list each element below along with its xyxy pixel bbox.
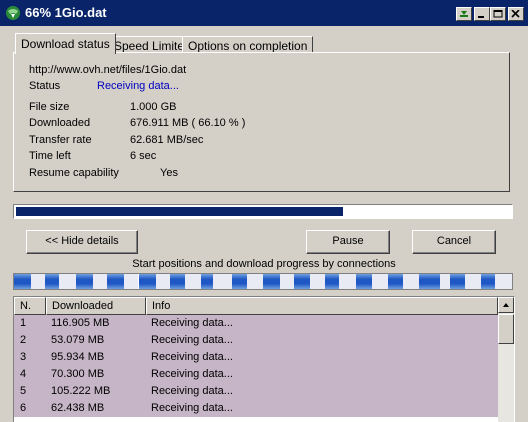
connection-remaining-segment [465, 274, 481, 289]
connection-remaining-segment [403, 274, 419, 289]
connection-remaining-segment [93, 274, 108, 289]
connection-progress-segment [169, 274, 186, 289]
table-header: N. Downloaded Info [14, 297, 498, 315]
connection-remaining-segment [371, 274, 388, 289]
table-row[interactable]: 1 116.905 MB Receiving data... [14, 315, 498, 332]
column-header-number[interactable]: N. [14, 297, 46, 315]
connections-caption: Start positions and download progress by… [132, 258, 396, 270]
connection-remaining-segment [185, 274, 201, 289]
maximize-button[interactable] [490, 7, 506, 21]
connection-remaining-segment [280, 274, 295, 289]
status-label: Status [29, 80, 61, 92]
connection-remaining-segment [59, 274, 77, 289]
scroll-up-arrow-icon [503, 303, 509, 307]
overall-progress-fill [16, 207, 343, 216]
connection-remaining-segment [213, 274, 232, 289]
connection-remaining-segment [309, 274, 326, 289]
connection-remaining-segment [494, 274, 512, 289]
resume-capability-value: Yes [160, 167, 178, 179]
file-size-value: 1.000 GB [130, 101, 177, 113]
title-bar[interactable]: 66% 1Gio.dat [0, 0, 528, 26]
table-row[interactable]: 6 62.438 MB Receiving data... [14, 400, 498, 417]
row-info: Receiving data... [151, 402, 233, 414]
connections-table[interactable]: N. Downloaded Info 1 116.905 MB Receiving … [13, 296, 515, 422]
connection-remaining-segment [247, 274, 263, 289]
row-number: 2 [20, 334, 27, 346]
connections-progress-bar [13, 273, 513, 290]
vertical-scrollbar[interactable] [498, 297, 514, 422]
time-left-label: Time left [29, 150, 71, 162]
connection-progress-segment [325, 274, 340, 289]
transfer-rate-label: Transfer rate [29, 134, 92, 146]
connection-remaining-segment [31, 274, 46, 289]
connection-progress-segment [107, 274, 125, 289]
maximize-icon [493, 10, 503, 18]
table-row[interactable]: 3 95.934 MB Receiving data... [14, 349, 498, 366]
column-header-downloaded[interactable]: Downloaded [46, 297, 146, 315]
close-button[interactable] [508, 7, 524, 21]
connection-remaining-segment [440, 274, 450, 289]
connection-progress-segment [231, 274, 248, 289]
connection-progress-segment [200, 274, 214, 289]
minimize-icon [478, 16, 484, 18]
resume-capability-label: Resume capability [29, 167, 119, 179]
row-downloaded: 105.222 MB [51, 385, 111, 397]
table-row[interactable]: 2 53.079 MB Receiving data... [14, 332, 498, 349]
file-size-label: File size [29, 101, 70, 113]
table-row[interactable]: 4 70.300 MB Receiving data... [14, 366, 498, 383]
connection-progress-segment [480, 274, 495, 289]
scroll-thumb[interactable] [498, 314, 514, 344]
row-info: Receiving data... [151, 368, 233, 380]
download-url: http://www.ovh.net/files/1Gio.dat [29, 64, 187, 76]
connection-progress-segment [449, 274, 466, 289]
table-row[interactable]: 5 105.222 MB Receiving data... [14, 383, 498, 400]
row-info: Receiving data... [151, 385, 233, 397]
connection-progress-segment [356, 274, 372, 289]
close-icon [511, 10, 520, 18]
connection-progress-segment [418, 274, 441, 289]
row-downloaded: 116.905 MB [51, 317, 110, 329]
window-title: 66% 1Gio.dat [25, 5, 107, 20]
row-number: 4 [20, 368, 27, 380]
cancel-button[interactable]: Cancel [412, 230, 496, 254]
transfer-rate-value: 62.681 MB/sec [130, 134, 204, 146]
row-number: 6 [20, 402, 27, 414]
row-downloaded: 53.079 MB [51, 334, 105, 346]
row-number: 3 [20, 351, 27, 363]
connection-progress-segment [263, 274, 281, 289]
row-info: Receiving data... [151, 317, 233, 329]
pause-button[interactable]: Pause [306, 230, 390, 254]
status-value: Receiving data... [97, 80, 179, 92]
hide-details-button[interactable]: << Hide details [26, 230, 138, 254]
row-number: 5 [20, 385, 27, 397]
row-downloaded: 95.934 MB [51, 351, 105, 363]
time-left-value: 6 sec [130, 150, 157, 162]
column-header-info[interactable]: Info [146, 297, 498, 315]
tab-options-on-completion[interactable]: Options on completion [182, 36, 314, 53]
row-info: Receiving data... [151, 334, 233, 346]
connection-progress-segment [294, 274, 310, 289]
tray-arrow-icon [460, 11, 468, 17]
scroll-up-button[interactable] [498, 297, 514, 313]
globe-download-icon [5, 5, 21, 21]
tab-download-status[interactable]: Download status [15, 33, 116, 54]
connection-progress-segment [138, 274, 156, 289]
row-downloaded: 62.438 MB [51, 402, 105, 414]
connection-remaining-segment [155, 274, 170, 289]
row-downloaded: 70.300 MB [51, 368, 105, 380]
row-info: Receiving data... [151, 351, 233, 363]
overall-progress-bar [13, 204, 513, 219]
connection-progress-segment [14, 274, 32, 289]
row-number: 1 [20, 317, 27, 329]
connection-remaining-segment [339, 274, 357, 289]
downloaded-value: 676.911 MB ( 66.10 % ) [130, 117, 246, 129]
connection-progress-segment [387, 274, 404, 289]
connection-progress-segment [76, 274, 94, 289]
minimize-button[interactable] [474, 7, 490, 21]
connection-progress-segment [45, 274, 60, 289]
downloaded-label: Downloaded [29, 117, 91, 129]
tray-button[interactable] [456, 7, 472, 21]
connection-remaining-segment [124, 274, 139, 289]
